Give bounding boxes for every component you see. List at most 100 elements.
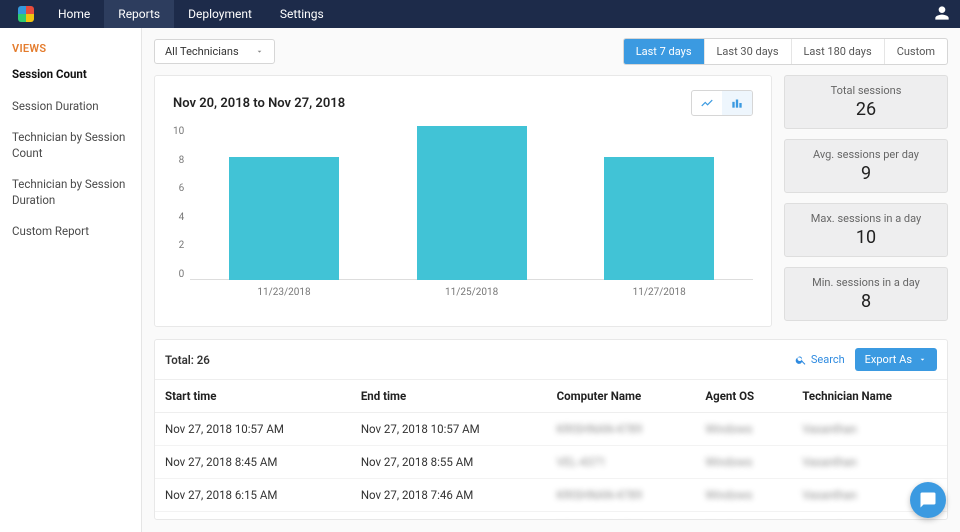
cell: Windows bbox=[695, 446, 792, 479]
sidebar: VIEWS Session CountSession DurationTechn… bbox=[0, 28, 142, 532]
export-button[interactable]: Export As bbox=[855, 348, 937, 371]
table-row[interactable]: Nov 27, 2018 8:45 AMNov 27, 2018 8:55 AM… bbox=[155, 446, 947, 479]
range-last-180-days[interactable]: Last 180 days bbox=[792, 39, 885, 64]
stat-card: Total sessions 26 bbox=[784, 75, 948, 129]
user-icon bbox=[932, 3, 952, 23]
chart-panel: Nov 20, 2018 to Nov 27, 2018 10 8 6 4 2 0 bbox=[154, 75, 772, 327]
technician-filter-dropdown[interactable]: All Technicians bbox=[154, 39, 275, 64]
range-custom[interactable]: Custom bbox=[885, 39, 947, 64]
cell: Nov 27, 2018 5:38 AM bbox=[351, 512, 547, 521]
cell: Nov 27, 2018 8:55 AM bbox=[351, 446, 547, 479]
y-tick: 0 bbox=[179, 269, 185, 280]
col-header: End time bbox=[351, 380, 547, 413]
chevron-down-icon bbox=[255, 47, 264, 56]
cell: Vasanthan bbox=[792, 446, 947, 479]
search-label: Search bbox=[811, 353, 845, 366]
sessions-table-panel: Total: 26 Search Export As Start timeEnd… bbox=[154, 339, 948, 520]
cell: Nov 27, 2018 10:57 AM bbox=[155, 413, 351, 446]
table-row[interactable]: Nov 27, 2018 10:57 AMNov 27, 2018 10:57 … bbox=[155, 413, 947, 446]
table-row[interactable]: Nov 27, 2018 4:35 AMNov 27, 2018 5:38 AM… bbox=[155, 512, 947, 521]
main: All Technicians Last 7 daysLast 30 daysL… bbox=[142, 28, 960, 532]
chart-type-toggle bbox=[691, 90, 753, 116]
range-last-7-days[interactable]: Last 7 days bbox=[624, 39, 705, 64]
cell: Nov 27, 2018 10:57 AM bbox=[351, 413, 547, 446]
user-menu[interactable] bbox=[932, 3, 952, 26]
x-tick: 11/23/2018 bbox=[257, 287, 310, 298]
nav-item-deployment[interactable]: Deployment bbox=[174, 0, 266, 28]
y-tick: 2 bbox=[179, 240, 185, 251]
technician-filter-label: All Technicians bbox=[165, 45, 239, 58]
x-tick: 11/25/2018 bbox=[445, 287, 498, 298]
stats-column: Total sessions 26 Avg. sessions per day 9 Ma… bbox=[784, 75, 948, 327]
chat-icon bbox=[919, 491, 937, 509]
bar bbox=[229, 157, 339, 280]
y-tick: 4 bbox=[179, 212, 185, 223]
export-label: Export As bbox=[865, 353, 912, 366]
stat-label: Total sessions bbox=[791, 84, 941, 97]
y-tick: 8 bbox=[179, 155, 185, 166]
chevron-down-icon bbox=[918, 355, 927, 364]
stat-value: 26 bbox=[791, 99, 941, 120]
range-last-30-days[interactable]: Last 30 days bbox=[705, 39, 792, 64]
cell: VEL-4371 bbox=[547, 446, 696, 479]
nav-item-reports[interactable]: Reports bbox=[104, 0, 174, 28]
cell: Nov 27, 2018 8:45 AM bbox=[155, 446, 351, 479]
search-button[interactable]: Search bbox=[795, 353, 845, 366]
stat-label: Avg. sessions per day bbox=[791, 148, 941, 161]
stat-card: Avg. sessions per day 9 bbox=[784, 139, 948, 193]
line-chart-icon bbox=[700, 96, 714, 110]
cell: Nov 27, 2018 4:35 AM bbox=[155, 512, 351, 521]
plot: 11/23/2018 11/25/2018 11/27/2018 bbox=[190, 126, 753, 298]
cell: Windows bbox=[695, 479, 792, 512]
line-chart-button[interactable] bbox=[692, 91, 722, 115]
y-tick: 6 bbox=[179, 183, 185, 194]
cell: KRISHNAN-4789 bbox=[547, 479, 696, 512]
col-header: Start time bbox=[155, 380, 351, 413]
search-icon bbox=[795, 354, 807, 366]
y-tick: 10 bbox=[173, 126, 184, 137]
col-header: Technician Name bbox=[792, 380, 947, 413]
sidebar-item-technician-by-session-duration[interactable]: Technician by Session Duration bbox=[0, 169, 141, 216]
sidebar-item-session-duration[interactable]: Session Duration bbox=[0, 91, 141, 123]
nav-left: HomeReportsDeploymentSettings bbox=[8, 0, 338, 28]
col-header: Agent OS bbox=[695, 380, 792, 413]
cell: Windows bbox=[695, 512, 792, 521]
nav-item-home[interactable]: Home bbox=[44, 0, 104, 28]
sidebar-item-technician-by-session-count[interactable]: Technician by Session Count bbox=[0, 122, 141, 169]
stat-card: Max. sessions in a day 10 bbox=[784, 203, 948, 257]
stat-card: Min. sessions in a day 8 bbox=[784, 267, 948, 321]
cell: Windows bbox=[695, 413, 792, 446]
stat-value: 8 bbox=[791, 291, 941, 312]
chat-fab[interactable] bbox=[910, 482, 946, 518]
bar bbox=[417, 126, 527, 280]
top-nav: HomeReportsDeploymentSettings bbox=[0, 0, 960, 28]
cell: KRISHNAN-4789 bbox=[547, 512, 696, 521]
cell: KRISHNAN-4789 bbox=[547, 413, 696, 446]
stat-label: Max. sessions in a day bbox=[791, 212, 941, 225]
bar-chart-icon bbox=[730, 96, 744, 110]
chart-date-range: Nov 20, 2018 to Nov 27, 2018 bbox=[173, 96, 345, 111]
col-header: Computer Name bbox=[547, 380, 696, 413]
chart-area: 10 8 6 4 2 0 11/23/2018 11/25/2018 11/27/2018 bbox=[173, 126, 753, 316]
bar bbox=[604, 157, 714, 280]
cell: Nov 27, 2018 6:15 AM bbox=[155, 479, 351, 512]
cell: Nov 27, 2018 7:46 AM bbox=[351, 479, 547, 512]
sidebar-item-custom-report[interactable]: Custom Report bbox=[0, 216, 141, 248]
table-total: Total: 26 bbox=[165, 353, 210, 367]
sessions-table: Start timeEnd timeComputer NameAgent OST… bbox=[155, 379, 947, 520]
cell: Vasanthan bbox=[792, 413, 947, 446]
sidebar-item-session-count[interactable]: Session Count bbox=[0, 59, 141, 91]
bar-chart-button[interactable] bbox=[722, 91, 752, 115]
toolbar: All Technicians Last 7 daysLast 30 daysL… bbox=[142, 28, 960, 75]
table-row[interactable]: Nov 27, 2018 6:15 AMNov 27, 2018 7:46 AM… bbox=[155, 479, 947, 512]
x-tick: 11/27/2018 bbox=[633, 287, 686, 298]
stat-label: Min. sessions in a day bbox=[791, 276, 941, 289]
x-axis: 11/23/2018 11/25/2018 11/27/2018 bbox=[190, 287, 753, 298]
views-header: VIEWS bbox=[0, 38, 141, 59]
stat-value: 10 bbox=[791, 227, 941, 248]
date-range-buttons: Last 7 daysLast 30 daysLast 180 daysCust… bbox=[623, 38, 948, 65]
nav-item-settings[interactable]: Settings bbox=[266, 0, 338, 28]
y-axis: 10 8 6 4 2 0 bbox=[173, 126, 190, 298]
app-logo-icon bbox=[18, 6, 34, 22]
stat-value: 9 bbox=[791, 163, 941, 184]
